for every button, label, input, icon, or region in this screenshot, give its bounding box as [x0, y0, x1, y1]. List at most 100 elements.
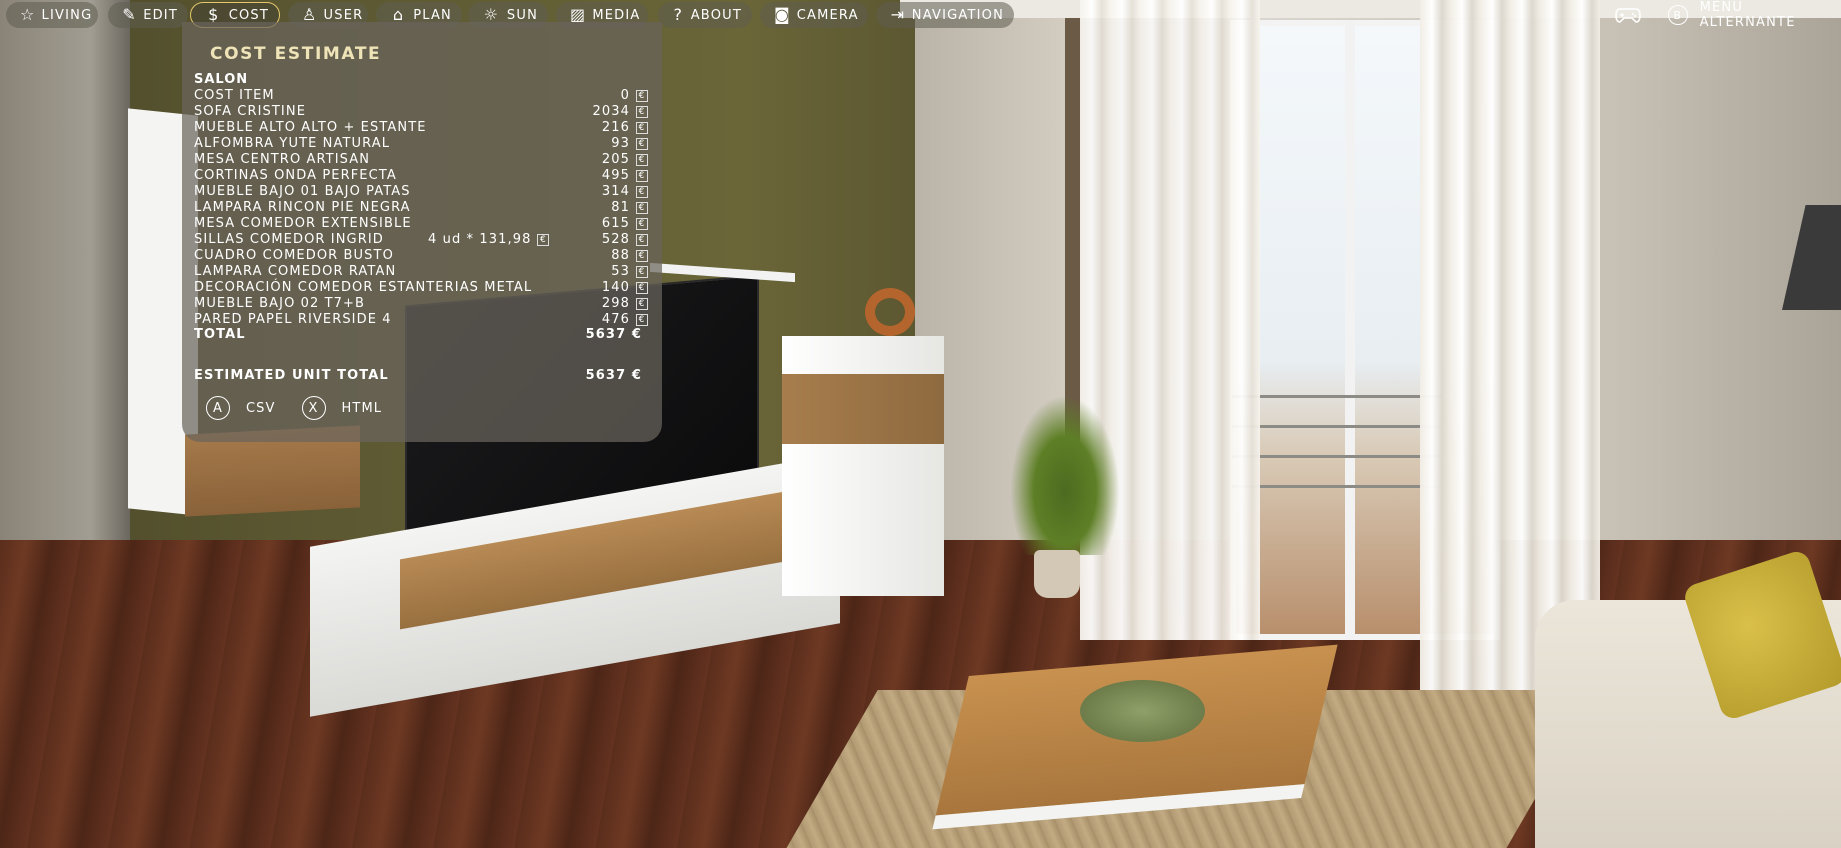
export-csv-button[interactable]: A CSV — [206, 396, 276, 420]
cost-item-value: 314 — [601, 184, 630, 199]
cost-item-name: MUEBLE BAJO 02 T7+B — [194, 296, 366, 311]
cost-item-value: 216 — [601, 120, 630, 135]
ring-vase — [865, 288, 915, 336]
cost-item-value: 528 — [601, 232, 630, 247]
nav-camera[interactable]: ◙ CAMERA — [760, 2, 868, 28]
cost-item-name: PARED PAPEL RIVERSIDE 4 — [194, 312, 392, 327]
cost-item-row: MESA CENTRO ARTISAN 205 € — [194, 152, 654, 168]
euro-icon: € — [636, 90, 648, 102]
cost-item-row: CUADRO COMEDOR BUSTO 88 € — [194, 248, 654, 264]
cost-item-value: 88 — [611, 248, 630, 263]
cost-item-value: 93 — [611, 136, 630, 151]
estimated-total-value: 5637 € — [585, 368, 642, 383]
a-button-icon: A — [206, 396, 230, 420]
total-label: TOTAL — [194, 327, 246, 342]
cost-item-row: ALFOMBRA YUTE NATURAL 93 € — [194, 136, 654, 152]
green-bowl — [1080, 680, 1205, 742]
cost-item-value: 53 — [611, 264, 630, 279]
balcony-rail — [1232, 425, 1442, 428]
balcony-rail — [1232, 395, 1442, 398]
cost-item-name: CORTINAS ONDA PERFECTA — [194, 168, 397, 183]
euro-icon: € — [636, 170, 648, 182]
estimated-total-label: ESTIMATED UNIT TOTAL — [194, 368, 389, 383]
cost-item-value: 476 — [601, 312, 630, 327]
gamepad-icon — [1615, 8, 1641, 23]
euro-icon: € — [636, 122, 648, 134]
question-icon: ? — [673, 5, 684, 24]
cost-item-name: MUEBLE BAJO 01 BAJO PATAS — [194, 184, 411, 199]
panel-title: COST ESTIMATE — [210, 44, 382, 64]
nav-label: CAMERA — [796, 7, 859, 23]
export-html-label: HTML — [341, 400, 383, 416]
euro-icon: € — [636, 266, 648, 278]
export-csv-label: CSV — [246, 400, 276, 416]
cost-estimate-panel: COST ESTIMATE SALON COST ITEM 0 € SOFA CRIS… — [182, 22, 662, 442]
cost-item-name: ALFOMBRA YUTE NATURAL — [194, 136, 391, 151]
cost-item-name: CUADRO COMEDOR BUSTO — [194, 248, 394, 263]
nav-label: ABOUT — [690, 7, 742, 23]
camera-icon: ◙ — [774, 5, 791, 24]
cost-item-row: LAMPARA RINCON PIE NEGRA 81 € — [194, 200, 654, 216]
exit-icon: ⇥ — [890, 5, 906, 24]
cost-item-name: MESA COMEDOR EXTENSIBLE — [194, 216, 412, 231]
nav-navigation[interactable]: ⇥ NAVIGATION — [876, 2, 1014, 28]
plant — [1010, 395, 1120, 555]
cost-item-row: MUEBLE ALTO ALTO + ESTANTE 216 € — [194, 120, 654, 136]
export-html-button[interactable]: X HTML — [301, 396, 383, 420]
tall-cabinet-wood — [782, 374, 944, 444]
curtain-right — [1420, 0, 1600, 700]
balcony-rail — [1232, 455, 1442, 458]
x-button-icon: X — [301, 396, 326, 420]
cost-item-value: 298 — [601, 296, 630, 311]
alternate-menu-label: MENÚ ALTERNANTE — [1699, 0, 1796, 30]
nav-about[interactable]: ? ABOUT — [658, 2, 752, 28]
section-heading: SALON — [194, 72, 249, 87]
cost-item-name: DECORACIÓN COMEDOR ESTANTERIAS METAL — [194, 280, 533, 295]
cost-item-value: 0 — [620, 88, 630, 103]
nav-label: PLAN — [413, 7, 452, 23]
euro-icon: € — [537, 233, 550, 246]
cost-item-row: SILLAS COMEDOR INGRID 4 ud * 131,98 €528 € — [194, 232, 654, 248]
cost-item-row: COST ITEM 0 € — [194, 88, 654, 104]
cost-item-name: MUEBLE ALTO ALTO + ESTANTE — [194, 120, 427, 135]
total-value: 5637 € — [585, 327, 642, 342]
cost-item-value: 81 — [611, 200, 630, 215]
euro-icon: € — [636, 282, 648, 294]
euro-icon: € — [636, 138, 648, 150]
plant-pot — [1034, 550, 1080, 598]
cost-item-row: MESA COMEDOR EXTENSIBLE 615 € — [194, 216, 654, 232]
nav-label: COST — [228, 7, 269, 23]
euro-icon: € — [636, 202, 648, 214]
nav-label: USER — [323, 7, 364, 23]
euro-icon: € — [636, 154, 648, 166]
cost-item-name: SOFA CRISTINE — [194, 104, 307, 119]
euro-icon: € — [636, 218, 648, 230]
nav-label: NAVIGATION — [911, 7, 1004, 23]
euro-icon: € — [636, 298, 648, 310]
edit-icon: ✎ — [122, 5, 137, 24]
cost-item-value: 2034 — [592, 104, 630, 119]
cost-item-quantity-text: 4 ud * 131,98 — [428, 232, 532, 247]
nav-living[interactable]: ☆ LIVING — [6, 2, 98, 28]
cost-item-list: COST ITEM 0 € SOFA CRISTINE 2034 € MUEBLE ALTO… — [194, 88, 654, 328]
star-icon: ☆ — [20, 5, 36, 24]
euro-icon: € — [636, 314, 648, 326]
cost-item-row: MUEBLE BAJO 02 T7+B 298 € — [194, 296, 654, 312]
nav-label: LIVING — [41, 7, 93, 23]
euro-icon: € — [636, 106, 648, 118]
euro-icon: € — [636, 186, 648, 198]
cost-item-row: LAMPARA COMEDOR RATAN 53 € — [194, 264, 654, 280]
alternate-menu-button[interactable]: B MENÚ ALTERNANTE — [1668, 0, 1841, 30]
cost-item-row: SOFA CRISTINE 2034 € — [194, 104, 654, 120]
cost-item-name: SILLAS COMEDOR INGRID — [194, 232, 384, 247]
door-frame — [1345, 20, 1355, 640]
cost-item-name: COST ITEM — [194, 88, 275, 103]
cost-item-name: LAMPARA RINCON PIE NEGRA — [194, 200, 411, 215]
cost-item-value: 140 — [601, 280, 630, 295]
estimated-total-row: ESTIMATED UNIT TOTAL 5637 € — [194, 368, 654, 384]
nav-label: MEDIA — [592, 7, 641, 23]
total-row: TOTAL 5637 € — [194, 327, 654, 343]
nav-edit[interactable]: ✎ EDIT — [108, 2, 188, 28]
cost-item-value: 495 — [601, 168, 630, 183]
gamepad-button[interactable] — [1614, 2, 1642, 28]
